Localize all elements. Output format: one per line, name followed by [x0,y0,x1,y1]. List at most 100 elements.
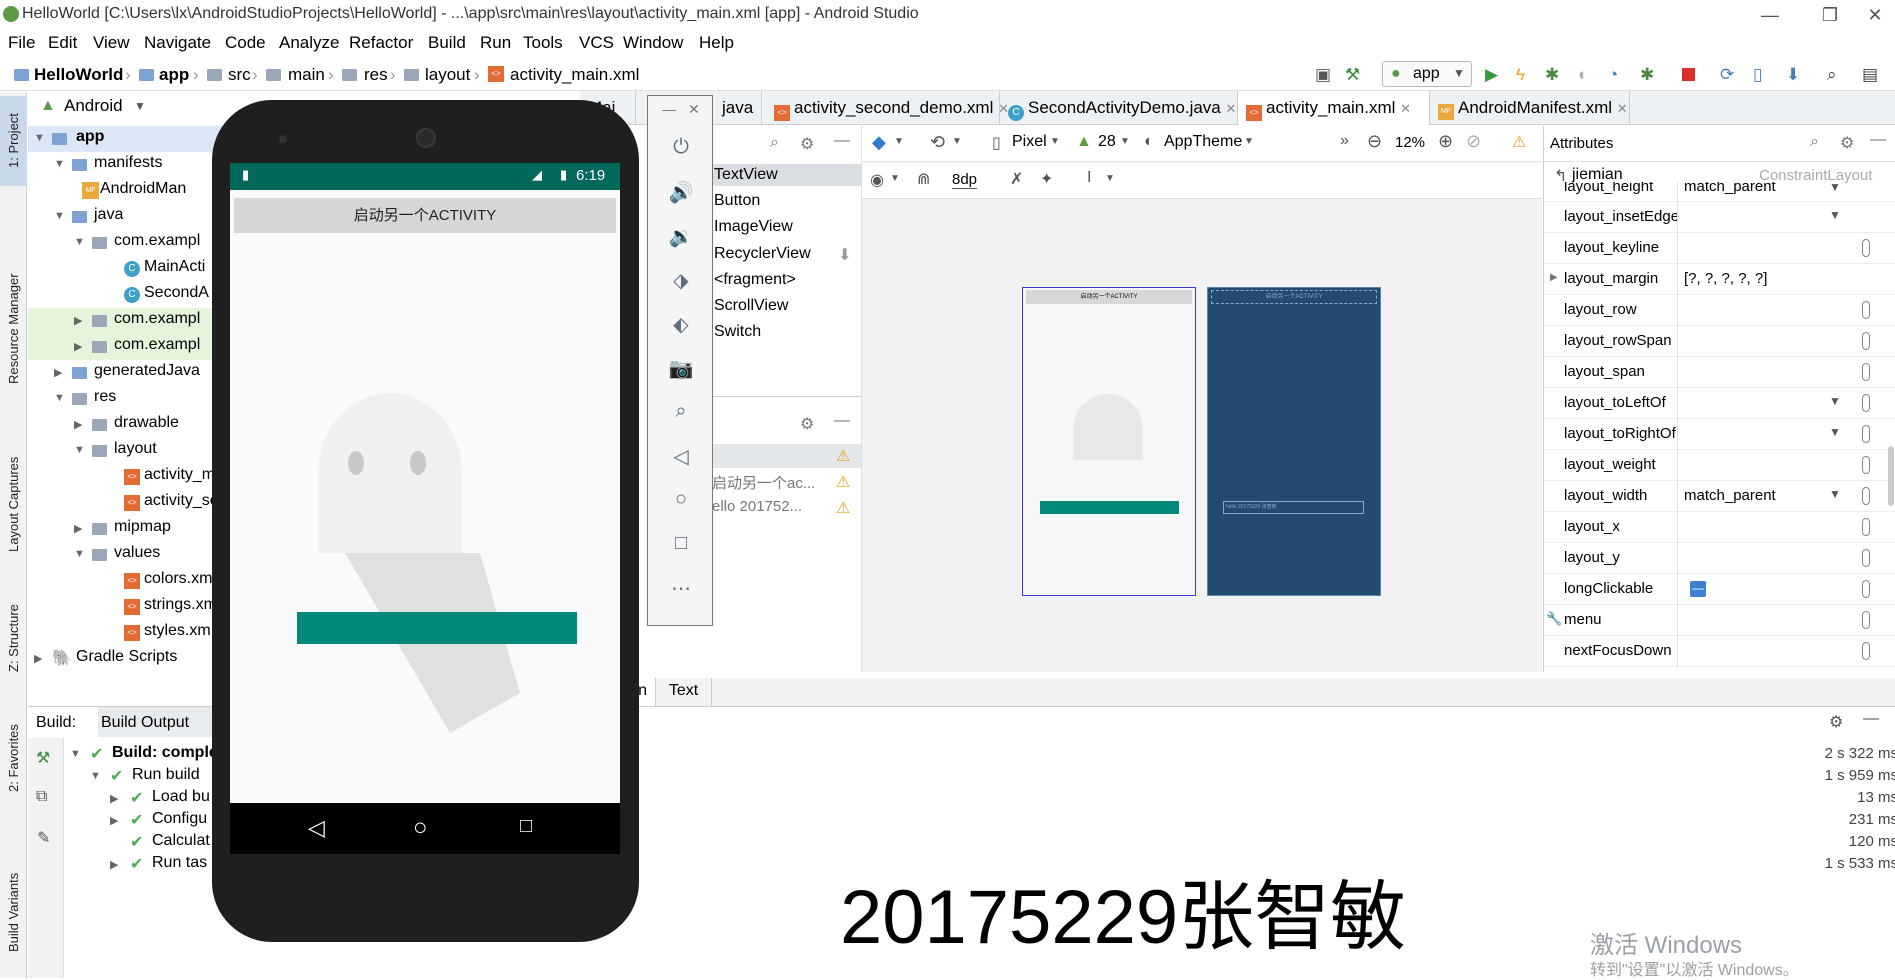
chevron-down-icon[interactable]: ▼ [54,158,65,170]
zoom-out-icon[interactable]: ⊖ [1367,131,1382,152]
chevron-right-icon[interactable]: ▶ [1550,272,1558,283]
zoom-fit-icon[interactable]: ⊘ [1466,131,1481,152]
tab-project[interactable]: 1: Project [6,113,21,168]
tab-resource-manager[interactable]: Resource Manager [6,273,21,384]
attr-layout-height[interactable]: layout_height match_parent ▼ [1544,182,1895,202]
design-preview[interactable]: 启动另一个ACTIVITY [1022,287,1196,596]
resource-picker-icon[interactable] [1862,642,1870,660]
chevron-down-icon[interactable]: ▼ [134,99,146,113]
menu-file[interactable]: File [8,33,35,53]
clear-constraints-icon[interactable]: ✗ [1010,169,1023,189]
tab-layout-captures[interactable]: Layout Captures [6,457,21,552]
project-view-selector[interactable]: Android [64,96,123,116]
profile-icon[interactable]: ◔ [1608,65,1618,85]
breadcrumb-app[interactable]: app [159,65,189,85]
close-icon[interactable]: ✕ [688,101,700,118]
chevron-down-icon[interactable]: ▼ [74,444,85,456]
resource-picker-icon[interactable] [1862,363,1870,381]
tree-item-android-manifest[interactable]: MF AndroidMan [28,178,233,204]
tree-item-drawable[interactable]: ▶ drawable [28,412,233,438]
chevron-down-icon[interactable]: ▼ [70,748,81,760]
tree-item-gradle-scripts[interactable]: ▶ 🐘 Gradle Scripts [28,646,233,672]
hammer-icon[interactable]: ⚒ [36,748,50,768]
tab-text[interactable]: Text [656,678,712,707]
attr-menu[interactable]: 🔧 menu [1544,605,1895,636]
resource-picker-icon[interactable] [1862,239,1870,257]
guidelines-icon[interactable]: I [1087,169,1091,187]
chevron-right-icon[interactable]: ▶ [74,522,82,535]
resource-picker-icon[interactable] [1862,394,1870,412]
apply-changes-icon[interactable]: ϟ [1516,65,1525,85]
attr-layout-margin[interactable]: ▶ layout_margin [?, ?, ?, ?, ?] [1544,264,1895,295]
minimize-icon[interactable]: — [834,412,850,430]
toggle-view-icon[interactable]: ⧉ [36,788,47,806]
attr-layout-to-left-of[interactable]: layout_toLeftOf ▼ [1544,388,1895,419]
attr-layout-inset-edge[interactable]: layout_insetEdge ▼ [1544,202,1895,233]
tab-android-manifest[interactable]: MF AndroidManifest.xml ✕ [1430,91,1630,125]
close-window-button[interactable]: ✕ [1855,2,1895,28]
tree-item-res[interactable]: ▼ res [28,386,233,412]
chevron-down-icon[interactable]: ▼ [74,548,85,560]
tree-item-manifests[interactable]: ▼ manifests [28,152,233,178]
menu-view[interactable]: View [93,33,130,53]
tree-item-java[interactable]: ▼ java [28,204,233,230]
back-icon[interactable]: ◁ [648,444,714,469]
chevron-down-icon[interactable]: ▼ [890,173,900,184]
volume-up-icon[interactable]: 🔊 [648,180,714,205]
tree-item-second-activity[interactable]: C SecondA [28,282,233,308]
palette-textview[interactable]: TextView [714,166,778,184]
menu-navigate[interactable]: Navigate [144,33,211,53]
chevron-down-icon[interactable]: ▼ [1829,208,1841,222]
chevron-down-icon[interactable]: ▼ [1120,136,1130,147]
chevron-right-icon[interactable]: ▶ [110,792,118,805]
chevron-down-icon[interactable]: ▼ [894,136,904,147]
back-icon[interactable]: ◁ [308,815,325,841]
resource-picker-icon[interactable] [1862,580,1870,598]
rotate-right-icon[interactable]: ⬖ [648,312,714,337]
attr-next-focus-down[interactable]: nextFocusDown [1544,636,1895,667]
tree-item-mipmap[interactable]: ▶ mipmap [28,516,233,542]
attr-layout-x[interactable]: layout_x [1544,512,1895,543]
tree-item-activity-main[interactable]: <> activity_m [28,464,233,490]
layers-icon[interactable]: ◆ [872,132,886,153]
tree-item-package[interactable]: ▼ com.exampl [28,230,233,256]
tree-item-package-android-test[interactable]: ▶ com.exampl [28,334,233,360]
run-icon[interactable]: ▶ [1485,65,1498,85]
layout-inspector-icon[interactable]: ▣ [1315,65,1331,85]
api-selector[interactable]: 28 [1098,133,1116,151]
minimize-button[interactable]: — [1750,2,1790,28]
tree-item-strings[interactable]: <> strings.xm [28,594,233,620]
close-tab-icon[interactable]: ✕ [1400,101,1411,116]
magnet-icon[interactable]: ⋒ [917,169,930,189]
attr-layout-width[interactable]: layout_width match_parent ▼ [1544,481,1895,512]
stop-icon[interactable] [1682,68,1695,81]
eye-icon[interactable]: ◉ [870,170,884,190]
search-icon[interactable]: ⌕ [1827,65,1837,85]
minimize-icon[interactable]: — [662,101,676,117]
attr-layout-to-right-of[interactable]: layout_toRightOf ▼ [1544,419,1895,450]
chevron-down-icon[interactable]: ▼ [1105,173,1115,184]
menu-code[interactable]: Code [225,33,266,53]
debug-attach-icon[interactable]: ✱ [1640,65,1654,85]
search-icon[interactable]: ⌕ [770,134,779,152]
default-margin-selector[interactable]: 8dp [952,171,978,189]
component-tree-textview[interactable]: ello 201752... [712,498,802,515]
attr-layout-span[interactable]: layout_span [1544,357,1895,388]
menu-edit[interactable]: Edit [48,33,77,53]
start-activity-button[interactable]: 启动另一个ACTIVITY [234,198,616,233]
chevron-down-icon[interactable]: ▼ [90,770,101,782]
emulator-screen[interactable]: 启动另一个ACTIVITY [230,163,620,854]
menu-build[interactable]: Build [428,33,466,53]
rotate-left-icon[interactable]: ⬗ [648,268,714,293]
long-clickable-checkbox[interactable]: — [1690,581,1706,597]
more-icon[interactable]: ⋯ [648,576,714,601]
chevron-down-icon[interactable]: ▼ [54,392,65,404]
chevron-down-icon[interactable]: ▼ [74,236,85,248]
tree-item-values[interactable]: ▼ values [28,542,233,568]
chevron-down-icon[interactable]: ▼ [54,210,65,222]
chevron-down-icon[interactable]: ▼ [1050,136,1060,147]
tree-item-main-activity[interactable]: C MainActi [28,256,233,282]
overview-icon[interactable]: □ [648,532,714,555]
more-icon[interactable]: ▤ [1862,65,1878,85]
tab-favorites[interactable]: 2: Favorites [6,724,21,792]
